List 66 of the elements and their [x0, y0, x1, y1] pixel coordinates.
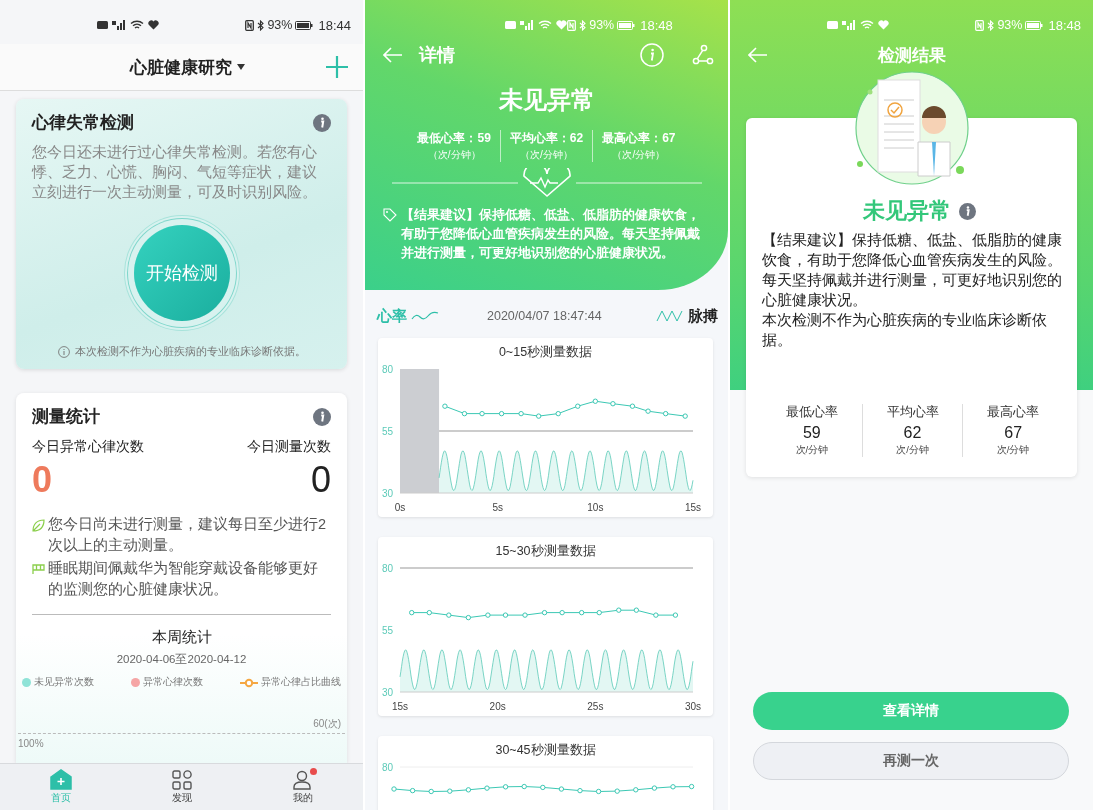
- battery-percent: 93%: [267, 18, 293, 32]
- card-description: 您今日还未进行过心律失常检测。若您有心悸、乏力、心慌、胸闷、气短等症状，建议立刻进行一次主动测量，可及时识别风险。: [32, 143, 318, 202]
- x-tick-label: 15s: [391, 701, 409, 712]
- result-title: 未见异常: [498, 85, 595, 115]
- legend-label: 异常心律占比曲线: [261, 676, 341, 689]
- heart-rate-legend: 心率: [377, 306, 407, 326]
- disclaimer-text: 本次检测不作为心脏疾病的专业临床诊断依据。: [762, 311, 1048, 350]
- heart-rate-stat: 最高心率：67: [602, 130, 676, 147]
- y-tick-label: 80: [382, 762, 394, 773]
- y-tick-label: 30: [382, 687, 394, 698]
- heart-rate-stat: 平均心率：62: [509, 130, 584, 147]
- status-time: 18:48: [1048, 17, 1081, 33]
- y-tick-label: 55: [382, 426, 394, 437]
- disclaimer-text: 本次检测不作为心脏疾病的专业临床诊断依据。: [74, 344, 306, 359]
- x-tick-label: 15s: [684, 502, 702, 513]
- measurement-count: 0: [310, 460, 331, 500]
- chart-title: 15~30秒测量数据: [494, 543, 597, 560]
- unit-label: 次/分钟: [996, 444, 1030, 457]
- advice-text: 【结果建议】保持低糖、低盐、低脂肪的健康饮食，有助于您降低心血管疾病发生的风险。每天坚持佩戴并进行测量，可更好地识别您的心脏健康状况。: [401, 207, 701, 262]
- unit-label: 次/分钟: [795, 444, 829, 457]
- x-tick-label: 30s: [684, 701, 702, 712]
- x-tick-label: 0s: [394, 502, 406, 513]
- result-title: 未见异常: [863, 197, 951, 225]
- unit-label: （次/分钟）: [612, 148, 666, 162]
- battery-percent: 93%: [589, 18, 615, 32]
- stat-label: 平均心率: [886, 404, 939, 421]
- stat-label: 最高心率: [987, 404, 1040, 421]
- unit-label: 次/分钟: [896, 444, 929, 457]
- stat-value: 62: [903, 424, 922, 442]
- stat-value: 67: [1004, 424, 1023, 442]
- card-title: 心律失常检测: [32, 112, 134, 134]
- status-time: 18:44: [318, 17, 351, 33]
- chart-title: 30~45秒测量数据: [494, 742, 597, 759]
- tip-text: 您今日尚未进行测量，建议每日至少进行2次以上的主动测量。: [48, 515, 328, 555]
- unit-label: （次/分钟）: [427, 148, 481, 162]
- x-tick-label: 5s: [492, 502, 503, 513]
- stat-label: 最低心率: [785, 404, 838, 421]
- page-title: 检测结果: [877, 44, 946, 67]
- card-title: 测量统计: [32, 406, 100, 428]
- y-tick-label: 55: [382, 625, 394, 636]
- section-title: 本周统计: [150, 628, 213, 647]
- battery-percent: 93%: [997, 18, 1023, 32]
- page-title: 详情: [419, 44, 455, 67]
- x-tick-label: 25s: [587, 701, 604, 712]
- axis-label: 60(次): [313, 717, 341, 731]
- y-tick-label: 80: [382, 563, 394, 574]
- tip-text: 睡眠期间佩戴华为智能穿戴设备能够更好的监测您的心脏健康状况。: [48, 559, 319, 599]
- legend-label: 异常心律次数: [143, 676, 203, 689]
- status-time: 18:48: [640, 17, 673, 33]
- stat-label: 今日测量次数: [247, 438, 331, 456]
- axis-label: 100%: [18, 738, 45, 749]
- stat-label: 今日异常心律次数: [32, 438, 144, 456]
- legend-label: 未见异常次数: [34, 676, 94, 689]
- x-tick-label: 10s: [587, 502, 604, 513]
- timestamp: 2020/04/07 18:47:44: [487, 309, 602, 323]
- y-tick-label: 30: [382, 488, 394, 499]
- unit-label: （次/分钟）: [520, 148, 573, 162]
- chart-title: 0~15秒测量数据: [497, 344, 594, 361]
- y-tick-label: 80: [382, 364, 394, 375]
- x-tick-label: 20s: [489, 701, 506, 712]
- stat-value: 59: [802, 424, 821, 442]
- heart-rate-stat: 最低心率：59: [417, 130, 491, 147]
- date-range: 2020-04-06至2020-04-12: [115, 652, 248, 667]
- abnormal-count: 0: [32, 460, 53, 500]
- advice-text: 【结果建议】保持低糖、低盐、低脂肪的健康饮食，有助于您降低心血管疾病发生的风险。每天坚持佩戴并进行测量，可更好地识别您的心脏健康状况。: [762, 231, 1063, 310]
- pulse-legend: 脉搏: [688, 306, 718, 326]
